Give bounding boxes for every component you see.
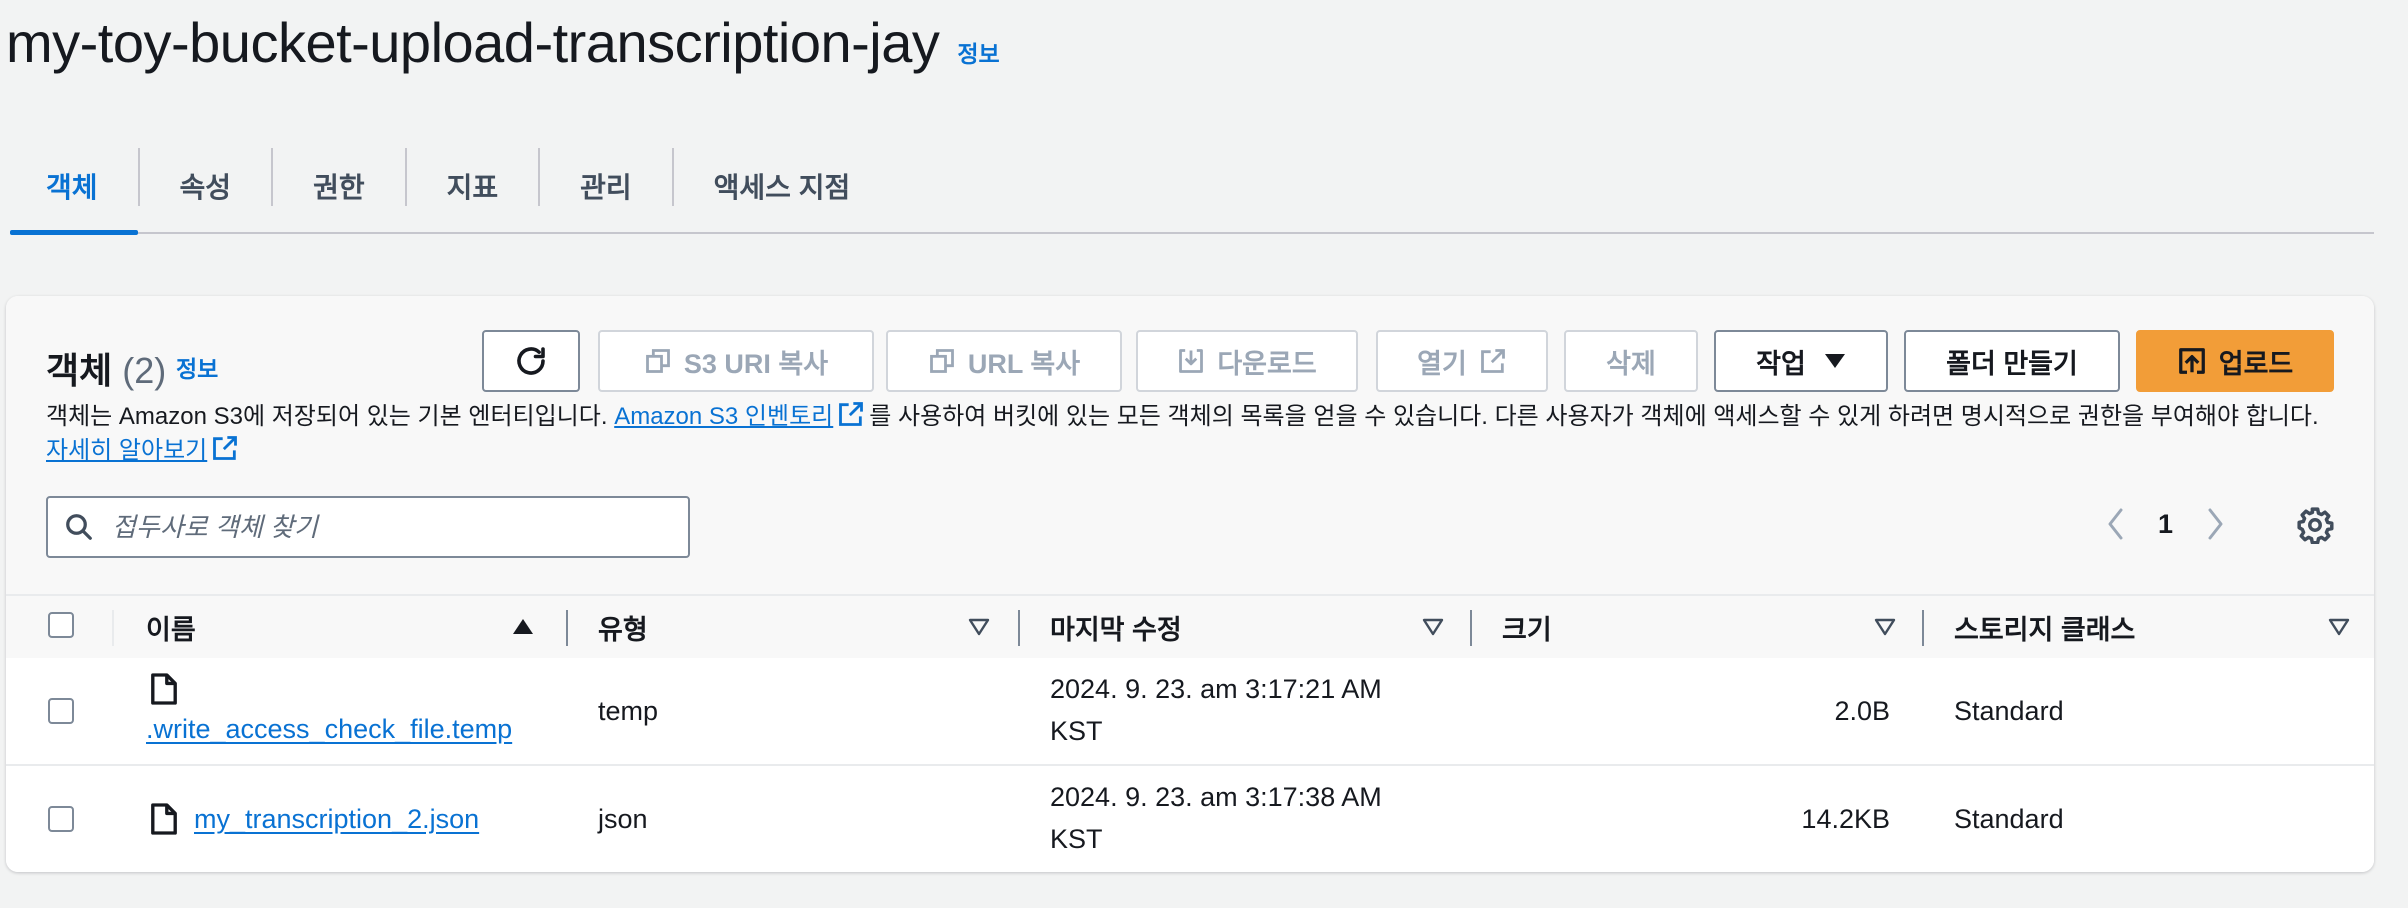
- download-button[interactable]: 다운로드: [1136, 330, 1358, 392]
- object-name-cell: my_transcription_2.json: [194, 798, 479, 840]
- copy-icon: [930, 349, 954, 373]
- column-header-size[interactable]: 크기: [1502, 596, 1552, 658]
- refresh-button[interactable]: [482, 330, 580, 392]
- objects-info-link[interactable]: 정보: [176, 350, 218, 384]
- refresh-icon: [517, 347, 545, 375]
- size-cell: 14.2KB: [1801, 804, 1890, 834]
- sort-icon[interactable]: [1874, 618, 1896, 636]
- sort-icon[interactable]: [968, 618, 990, 636]
- tab-bar: 객체 속성 권한 지표 관리 액세스 지점: [10, 140, 2374, 235]
- storage-class-cell: Standard: [1954, 696, 2064, 726]
- last-modified-timezone: KST: [1050, 824, 1103, 854]
- object-name-link[interactable]: my_transcription_2.json: [194, 804, 479, 834]
- inventory-link[interactable]: Amazon S3 인벤토리: [614, 403, 833, 430]
- objects-heading: 객체 (2): [46, 342, 166, 394]
- external-link-icon[interactable]: [837, 400, 865, 428]
- objects-heading-label: 객체: [46, 350, 113, 391]
- copy-url-label: URL 복사: [967, 348, 1081, 379]
- tab-metrics[interactable]: 지표: [407, 140, 539, 232]
- size-cell: 2.0B: [1834, 696, 1890, 726]
- object-type-cell: temp: [598, 696, 659, 726]
- file-icon: [151, 803, 177, 835]
- objects-panel: 객체(2) 정보 S3 URI 복사 URL 복사 다운로드 열기 삭제 작업: [6, 296, 2374, 872]
- description-text-continued: 를 사용하여 버킷에 있는 모든 객체의 목록을 얻을 수 있습니다. 다른 사…: [869, 403, 2319, 430]
- column-header-name[interactable]: 이름: [146, 596, 196, 658]
- column-divider[interactable]: [1922, 610, 1924, 646]
- learn-more-link[interactable]: 자세히 알아보기: [46, 437, 207, 464]
- sort-icon[interactable]: [1422, 618, 1444, 636]
- tab-access-points[interactable]: 액세스 지점: [674, 140, 891, 232]
- object-name-link[interactable]: .write_access_check_file.temp: [146, 714, 512, 744]
- search-box: [46, 496, 690, 558]
- column-divider[interactable]: [1470, 610, 1472, 646]
- upload-icon: [2178, 348, 2205, 374]
- row-checkbox[interactable]: [48, 806, 74, 832]
- upload-button[interactable]: 업로드: [2136, 330, 2334, 392]
- delete-button[interactable]: 삭제: [1564, 330, 1698, 392]
- column-header-last-modified[interactable]: 마지막 수정: [1050, 596, 1182, 658]
- download-label: 다운로드: [1217, 348, 1317, 379]
- chevron-left-icon[interactable]: [2104, 506, 2128, 542]
- table-header: 이름 유형 마지막 수정 크기 스토리지 클래스: [6, 594, 2374, 660]
- copy-s3-uri-label: S3 URI 복사: [683, 348, 829, 379]
- tab-objects[interactable]: 객체: [10, 140, 138, 235]
- last-modified-cell: 2024. 9. 23. am 3:17:21 AM KST: [1050, 668, 1382, 752]
- file-icon: [151, 673, 177, 705]
- external-link-icon: [1480, 349, 1505, 373]
- page-title: my-toy-bucket-upload-transcription-jay: [6, 11, 940, 74]
- description-text: 객체는 Amazon S3에 저장되어 있는 기본 엔터티입니다.: [46, 403, 615, 430]
- table-row[interactable]: .write_access_check_file.temp temp 2024.…: [6, 658, 2374, 766]
- page-number[interactable]: 1: [2158, 509, 2173, 540]
- tab-properties[interactable]: 속성: [140, 140, 272, 232]
- column-divider[interactable]: [1018, 610, 1020, 646]
- copy-icon: [645, 349, 670, 373]
- column-header-type[interactable]: 유형: [598, 596, 648, 658]
- last-modified-cell: 2024. 9. 23. am 3:17:38 AM KST: [1050, 776, 1382, 860]
- pagination: 1: [2104, 506, 2227, 542]
- sort-ascending-icon[interactable]: [512, 618, 534, 636]
- page-header: my-toy-bucket-upload-transcription-jay 정…: [6, 10, 1000, 75]
- open-button[interactable]: 열기: [1376, 330, 1548, 392]
- gear-icon[interactable]: [2296, 506, 2334, 544]
- row-checkbox[interactable]: [48, 698, 74, 724]
- objects-panel-header: 객체(2) 정보 S3 URI 복사 URL 복사 다운로드 열기 삭제 작업: [6, 296, 2374, 594]
- objects-description: 객체는 Amazon S3에 저장되어 있는 기본 엔터티입니다. Amazon…: [46, 400, 2336, 468]
- open-label: 열기: [1417, 348, 1467, 379]
- last-modified-datetime: 2024. 9. 23. am 3:17:21 AM: [1050, 674, 1382, 704]
- create-folder-label: 폴더 만들기: [1946, 348, 2078, 379]
- sort-icon[interactable]: [2328, 618, 2350, 636]
- storage-class-cell: Standard: [1954, 804, 2064, 834]
- chevron-right-icon[interactable]: [2203, 506, 2227, 542]
- table-row[interactable]: my_transcription_2.json json 2024. 9. 23…: [6, 766, 2374, 872]
- search-icon: [66, 514, 92, 540]
- actions-dropdown-button[interactable]: 작업: [1714, 330, 1888, 392]
- info-link[interactable]: 정보: [957, 35, 999, 69]
- create-folder-button[interactable]: 폴더 만들기: [1904, 330, 2120, 392]
- search-input[interactable]: [110, 510, 674, 544]
- column-header-storage-class[interactable]: 스토리지 클래스: [1954, 596, 2135, 658]
- last-modified-datetime: 2024. 9. 23. am 3:17:38 AM: [1050, 782, 1382, 812]
- copy-s3-uri-button[interactable]: S3 URI 복사: [598, 330, 874, 392]
- download-icon: [1179, 349, 1204, 373]
- caret-down-icon: [1824, 354, 1845, 368]
- last-modified-timezone: KST: [1050, 716, 1103, 746]
- object-type-cell: json: [598, 804, 648, 834]
- column-divider[interactable]: [566, 610, 568, 646]
- external-link-icon[interactable]: [211, 434, 239, 462]
- objects-count: (2): [122, 350, 167, 391]
- select-all-checkbox[interactable]: [48, 612, 74, 638]
- tab-permissions[interactable]: 권한: [273, 140, 405, 232]
- column-divider: [112, 610, 114, 646]
- upload-label: 업로드: [2218, 348, 2294, 379]
- delete-label: 삭제: [1606, 348, 1656, 379]
- actions-label: 작업: [1756, 348, 1806, 379]
- copy-url-button[interactable]: URL 복사: [886, 330, 1122, 392]
- tab-management[interactable]: 관리: [540, 140, 672, 232]
- object-name-cell: .write_access_check_file.temp: [146, 708, 512, 750]
